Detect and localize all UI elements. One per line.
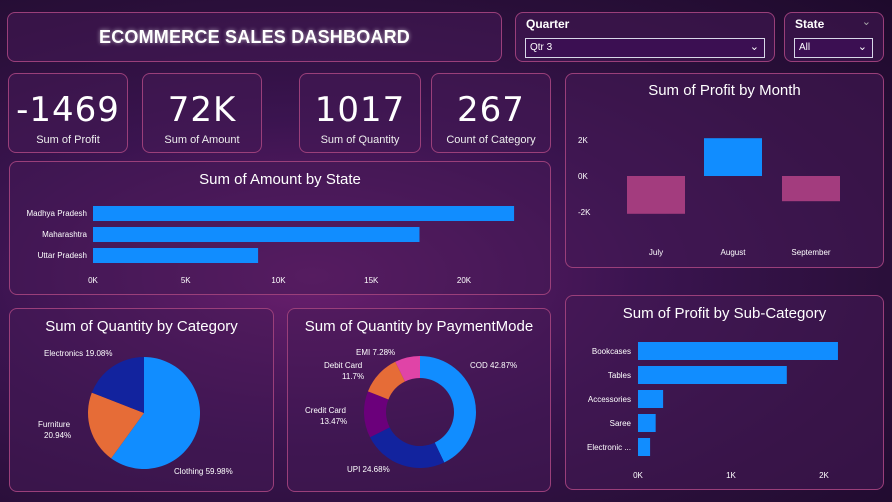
kpi-label: Count of Category — [446, 134, 536, 146]
chart-card-amount-by-state: Sum of Amount by State Madhya Pradesh Mah… — [9, 161, 551, 295]
bar — [704, 138, 762, 176]
profit-by-month-chart: 2K 0K -2K July August September — [578, 136, 840, 257]
bar — [638, 438, 651, 456]
x-tick-label: 0K — [633, 471, 643, 480]
kpi-card-category-count: 267 Count of Category — [431, 73, 551, 153]
state-dropdown-value: All — [799, 42, 811, 53]
kpi-value: 1017 — [314, 90, 406, 130]
quarter-dropdown-value: Qtr 3 — [530, 42, 553, 53]
category-label: Madhya Pradesh — [27, 209, 87, 218]
state-slicer: State ⌄ All ⌄ — [784, 12, 884, 62]
x-tick-label: 5K — [181, 276, 191, 285]
x-tick-label: September — [791, 248, 830, 257]
x-tick-label: July — [649, 248, 663, 257]
data-label: 20.94% — [44, 431, 71, 440]
x-tick-label: 20K — [457, 276, 472, 285]
data-label: Credit Card — [305, 406, 346, 415]
quarter-dropdown[interactable]: Qtr 3 ⌄ — [525, 38, 765, 58]
category-label: Uttar Pradesh — [38, 251, 87, 260]
kpi-label: Sum of Amount — [164, 134, 240, 146]
category-label: Accessories — [588, 395, 631, 404]
quarter-slicer-label: Quarter — [526, 17, 570, 31]
quantity-by-category-chart: Clothing 59.98% Furniture 20.94% Electronic… — [38, 349, 233, 476]
chevron-down-icon: ⌄ — [749, 41, 759, 53]
kpi-card-profit: -1469 Sum of Profit — [8, 73, 128, 153]
x-tick-label: August — [721, 248, 747, 257]
category-label: Bookcases — [592, 347, 631, 356]
kpi-value: 72K — [167, 90, 237, 130]
y-tick-label: -2K — [578, 208, 591, 217]
state-slicer-label: State — [795, 17, 825, 31]
kpi-card-quantity: 1017 Sum of Quantity — [299, 73, 421, 153]
bar — [638, 390, 664, 408]
bar — [638, 366, 787, 384]
chart-card-quantity-by-category: Sum of Quantity by Category Clothing 59.… — [9, 308, 274, 492]
data-label: 13.47% — [320, 417, 347, 426]
y-tick-label: 0K — [578, 172, 588, 181]
data-label: EMI 7.28% — [356, 348, 395, 357]
donut-slice — [370, 427, 445, 468]
quarter-slicer: Quarter Qtr 3 ⌄ — [515, 12, 775, 62]
bar — [93, 227, 420, 242]
kpi-label: Sum of Quantity — [320, 134, 400, 146]
bar — [93, 248, 259, 263]
category-label: Saree — [610, 419, 632, 428]
header-card: ECOMMERCE SALES DASHBOARD — [7, 12, 502, 62]
profit-by-subcategory-chart: Bookcases Tables Accessories Saree Electroni… — [587, 342, 838, 480]
chevron-down-icon[interactable]: ⌄ — [862, 15, 871, 28]
data-label: Furniture — [38, 420, 71, 429]
data-label: UPI 24.68% — [347, 465, 390, 474]
data-label: Debit Card — [324, 361, 362, 370]
data-label: Clothing 59.98% — [174, 467, 233, 476]
bar — [638, 414, 656, 432]
chevron-down-icon: ⌄ — [857, 41, 867, 53]
data-label: COD 42.87% — [470, 361, 517, 370]
bar — [638, 342, 838, 360]
x-tick-label: 2K — [819, 471, 829, 480]
kpi-label: Sum of Profit — [36, 134, 100, 146]
x-tick-label: 10K — [271, 276, 286, 285]
chart-card-profit-by-subcategory: Sum of Profit by Sub-Category Bookcases T… — [565, 295, 884, 490]
quantity-by-paymentmode-chart: COD 42.87% UPI 24.68% Credit Card 13.47% Deb… — [305, 348, 517, 474]
bar — [627, 176, 685, 214]
state-dropdown[interactable]: All ⌄ — [794, 38, 873, 58]
x-tick-label: 1K — [726, 471, 736, 480]
x-tick-label: 15K — [364, 276, 379, 285]
y-tick-label: 2K — [578, 136, 588, 145]
category-label: Electronic ... — [587, 443, 631, 452]
bar — [782, 176, 840, 202]
amount-by-state-chart: Madhya Pradesh Maharashtra Uttar Pradesh 0K… — [27, 206, 515, 285]
kpi-card-amount: 72K Sum of Amount — [142, 73, 262, 153]
bar — [93, 206, 515, 221]
chart-card-profit-by-month: Sum of Profit by Month 2K 0K -2K July August… — [565, 73, 884, 268]
kpi-value: -1469 — [16, 90, 120, 130]
chart-card-quantity-by-paymentmode: Sum of Quantity by PaymentMode COD 42.87… — [287, 308, 551, 492]
data-label: Electronics 19.08% — [44, 349, 112, 358]
category-label: Tables — [608, 371, 631, 380]
x-tick-label: 0K — [88, 276, 98, 285]
page-title: ECOMMERCE SALES DASHBOARD — [98, 26, 411, 47]
category-label: Maharashtra — [42, 230, 87, 239]
kpi-value: 267 — [457, 90, 525, 130]
data-label: 11.7% — [342, 372, 364, 381]
